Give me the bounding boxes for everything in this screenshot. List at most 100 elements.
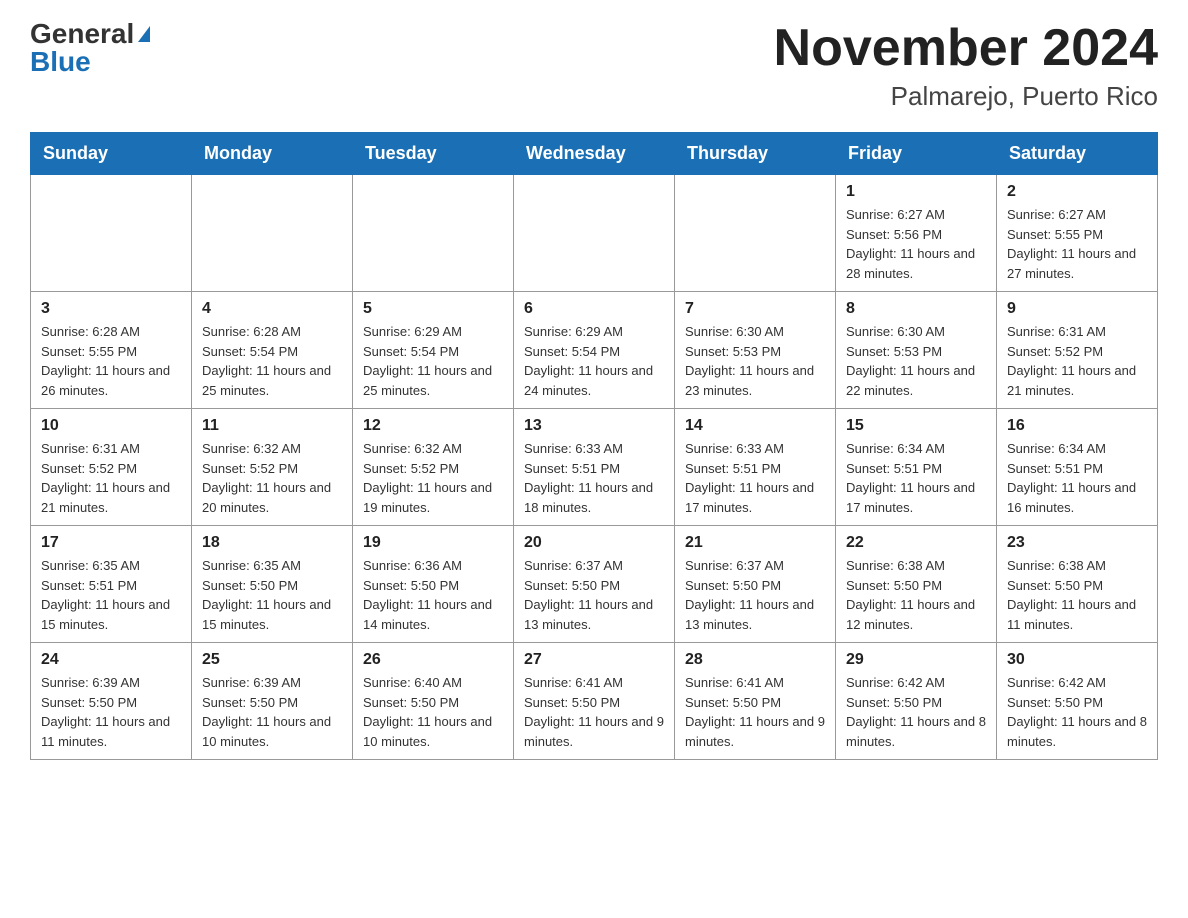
calendar-header-tuesday: Tuesday <box>353 133 514 175</box>
day-info: Sunrise: 6:42 AM Sunset: 5:50 PM Dayligh… <box>846 673 986 751</box>
day-number: 30 <box>1007 651 1147 669</box>
calendar-cell: 22 Sunrise: 6:38 AM Sunset: 5:50 PM Dayli… <box>836 526 997 643</box>
calendar-cell: 17Sunrise: 6:35 AM Sunset: 5:51 PM Dayli… <box>31 526 192 643</box>
calendar-week-row: 1 Sunrise: 6:27 AM Sunset: 5:56 PM Daylig… <box>31 175 1158 292</box>
day-number: 11 <box>202 417 342 435</box>
day-number: 3 <box>41 300 181 318</box>
day-number: 16 <box>1007 417 1147 435</box>
day-info: Sunrise: 6:29 AM Sunset: 5:54 PM Dayligh… <box>363 322 503 400</box>
day-number: 26 <box>363 651 503 669</box>
calendar-header-row: SundayMondayTuesdayWednesdayThursdayFrid… <box>31 133 1158 175</box>
day-number: 1 <box>846 183 986 201</box>
day-number: 24 <box>41 651 181 669</box>
calendar-cell <box>514 175 675 292</box>
day-info: Sunrise: 6:33 AM Sunset: 5:51 PM Dayligh… <box>685 439 825 517</box>
calendar-cell: 10 Sunrise: 6:31 AM Sunset: 5:52 PM Dayli… <box>31 409 192 526</box>
day-info: Sunrise: 6:39 AM Sunset: 5:50 PM Dayligh… <box>41 673 181 751</box>
calendar-cell: 25 Sunrise: 6:39 AM Sunset: 5:50 PM Dayli… <box>192 643 353 760</box>
logo: General Blue <box>30 20 150 76</box>
day-number: 14 <box>685 417 825 435</box>
calendar-cell: 4 Sunrise: 6:28 AM Sunset: 5:54 PM Daylig… <box>192 292 353 409</box>
calendar-cell: 14 Sunrise: 6:33 AM Sunset: 5:51 PM Dayli… <box>675 409 836 526</box>
day-info: Sunrise: 6:37 AM Sunset: 5:50 PM Dayligh… <box>685 556 825 634</box>
calendar-week-row: 17Sunrise: 6:35 AM Sunset: 5:51 PM Dayli… <box>31 526 1158 643</box>
day-info: Sunrise: 6:27 AM Sunset: 5:55 PM Dayligh… <box>1007 205 1147 283</box>
day-number: 17 <box>41 534 181 552</box>
calendar-header-wednesday: Wednesday <box>514 133 675 175</box>
calendar-cell: 18 Sunrise: 6:35 AM Sunset: 5:50 PM Dayli… <box>192 526 353 643</box>
month-title: November 2024 <box>774 20 1158 77</box>
day-info: Sunrise: 6:32 AM Sunset: 5:52 PM Dayligh… <box>363 439 503 517</box>
day-info: Sunrise: 6:39 AM Sunset: 5:50 PM Dayligh… <box>202 673 342 751</box>
day-info: Sunrise: 6:41 AM Sunset: 5:50 PM Dayligh… <box>685 673 825 751</box>
day-number: 10 <box>41 417 181 435</box>
calendar-cell <box>675 175 836 292</box>
calendar-cell: 20 Sunrise: 6:37 AM Sunset: 5:50 PM Dayli… <box>514 526 675 643</box>
title-area: November 2024 Palmarejo, Puerto Rico <box>774 20 1158 112</box>
day-info: Sunrise: 6:38 AM Sunset: 5:50 PM Dayligh… <box>846 556 986 634</box>
calendar-cell: 7Sunrise: 6:30 AM Sunset: 5:53 PM Daylig… <box>675 292 836 409</box>
day-number: 4 <box>202 300 342 318</box>
day-info: Sunrise: 6:35 AM Sunset: 5:50 PM Dayligh… <box>202 556 342 634</box>
calendar-cell: 3 Sunrise: 6:28 AM Sunset: 5:55 PM Daylig… <box>31 292 192 409</box>
day-info: Sunrise: 6:31 AM Sunset: 5:52 PM Dayligh… <box>41 439 181 517</box>
location-title: Palmarejo, Puerto Rico <box>774 81 1158 112</box>
calendar-cell: 8 Sunrise: 6:30 AM Sunset: 5:53 PM Daylig… <box>836 292 997 409</box>
calendar-week-row: 10 Sunrise: 6:31 AM Sunset: 5:52 PM Dayli… <box>31 409 1158 526</box>
day-info: Sunrise: 6:31 AM Sunset: 5:52 PM Dayligh… <box>1007 322 1147 400</box>
calendar-week-row: 24 Sunrise: 6:39 AM Sunset: 5:50 PM Dayli… <box>31 643 1158 760</box>
calendar-cell: 28 Sunrise: 6:41 AM Sunset: 5:50 PM Dayli… <box>675 643 836 760</box>
day-number: 9 <box>1007 300 1147 318</box>
calendar-cell: 30 Sunrise: 6:42 AM Sunset: 5:50 PM Dayli… <box>997 643 1158 760</box>
day-number: 23 <box>1007 534 1147 552</box>
day-info: Sunrise: 6:28 AM Sunset: 5:55 PM Dayligh… <box>41 322 181 400</box>
calendar-cell: 5 Sunrise: 6:29 AM Sunset: 5:54 PM Daylig… <box>353 292 514 409</box>
day-number: 27 <box>524 651 664 669</box>
day-number: 28 <box>685 651 825 669</box>
calendar-cell <box>192 175 353 292</box>
calendar-cell: 15 Sunrise: 6:34 AM Sunset: 5:51 PM Dayli… <box>836 409 997 526</box>
day-info: Sunrise: 6:42 AM Sunset: 5:50 PM Dayligh… <box>1007 673 1147 751</box>
calendar-header-sunday: Sunday <box>31 133 192 175</box>
calendar-cell: 26Sunrise: 6:40 AM Sunset: 5:50 PM Dayli… <box>353 643 514 760</box>
calendar-cell: 29 Sunrise: 6:42 AM Sunset: 5:50 PM Dayli… <box>836 643 997 760</box>
day-number: 8 <box>846 300 986 318</box>
day-number: 15 <box>846 417 986 435</box>
calendar-cell: 21 Sunrise: 6:37 AM Sunset: 5:50 PM Dayli… <box>675 526 836 643</box>
day-number: 21 <box>685 534 825 552</box>
day-info: Sunrise: 6:34 AM Sunset: 5:51 PM Dayligh… <box>846 439 986 517</box>
day-number: 19 <box>363 534 503 552</box>
logo-triangle-icon <box>138 26 150 42</box>
calendar-header-thursday: Thursday <box>675 133 836 175</box>
calendar-cell: 11Sunrise: 6:32 AM Sunset: 5:52 PM Dayli… <box>192 409 353 526</box>
day-number: 2 <box>1007 183 1147 201</box>
day-info: Sunrise: 6:41 AM Sunset: 5:50 PM Dayligh… <box>524 673 664 751</box>
calendar-cell: 2 Sunrise: 6:27 AM Sunset: 5:55 PM Daylig… <box>997 175 1158 292</box>
day-info: Sunrise: 6:37 AM Sunset: 5:50 PM Dayligh… <box>524 556 664 634</box>
day-number: 5 <box>363 300 503 318</box>
day-info: Sunrise: 6:33 AM Sunset: 5:51 PM Dayligh… <box>524 439 664 517</box>
day-number: 29 <box>846 651 986 669</box>
calendar-cell: 12Sunrise: 6:32 AM Sunset: 5:52 PM Dayli… <box>353 409 514 526</box>
calendar-cell: 1 Sunrise: 6:27 AM Sunset: 5:56 PM Daylig… <box>836 175 997 292</box>
day-info: Sunrise: 6:30 AM Sunset: 5:53 PM Dayligh… <box>846 322 986 400</box>
day-info: Sunrise: 6:29 AM Sunset: 5:54 PM Dayligh… <box>524 322 664 400</box>
day-info: Sunrise: 6:28 AM Sunset: 5:54 PM Dayligh… <box>202 322 342 400</box>
day-info: Sunrise: 6:36 AM Sunset: 5:50 PM Dayligh… <box>363 556 503 634</box>
day-number: 7 <box>685 300 825 318</box>
calendar-week-row: 3 Sunrise: 6:28 AM Sunset: 5:55 PM Daylig… <box>31 292 1158 409</box>
day-number: 13 <box>524 417 664 435</box>
calendar-header-monday: Monday <box>192 133 353 175</box>
calendar-cell: 27 Sunrise: 6:41 AM Sunset: 5:50 PM Dayli… <box>514 643 675 760</box>
calendar-table: SundayMondayTuesdayWednesdayThursdayFrid… <box>30 132 1158 760</box>
day-number: 22 <box>846 534 986 552</box>
calendar-cell: 9 Sunrise: 6:31 AM Sunset: 5:52 PM Daylig… <box>997 292 1158 409</box>
day-info: Sunrise: 6:27 AM Sunset: 5:56 PM Dayligh… <box>846 205 986 283</box>
day-number: 25 <box>202 651 342 669</box>
day-number: 6 <box>524 300 664 318</box>
day-info: Sunrise: 6:38 AM Sunset: 5:50 PM Dayligh… <box>1007 556 1147 634</box>
day-number: 18 <box>202 534 342 552</box>
calendar-cell: 19 Sunrise: 6:36 AM Sunset: 5:50 PM Dayli… <box>353 526 514 643</box>
calendar-cell <box>31 175 192 292</box>
day-number: 20 <box>524 534 664 552</box>
